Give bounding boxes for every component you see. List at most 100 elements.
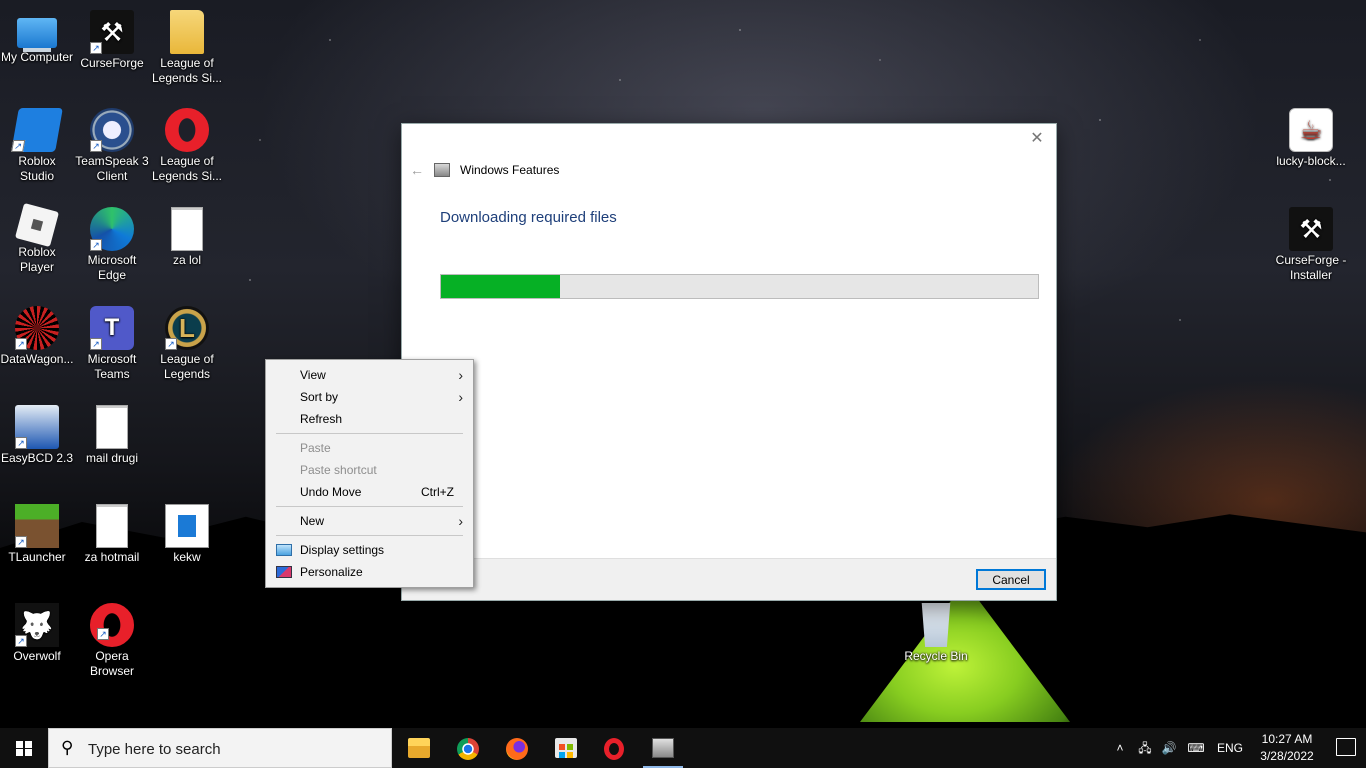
windows-features-icon xyxy=(652,738,674,758)
desktop-icon-kekw[interactable]: kekw xyxy=(150,504,224,565)
windows-features-icon xyxy=(434,163,450,177)
dialog-heading: Downloading required files xyxy=(440,209,617,226)
menu-item-label: View xyxy=(300,368,326,382)
teams-icon: ↗ xyxy=(90,306,134,350)
dialog-footer: Cancel xyxy=(402,558,1056,600)
text-document-icon xyxy=(96,405,128,449)
file-explorer-icon xyxy=(408,738,430,758)
menu-item-paste: Paste xyxy=(266,437,473,459)
anvil-icon xyxy=(1289,207,1333,251)
datawagon-icon: ↗ xyxy=(15,306,59,350)
desktop-icon-lucky-block[interactable]: lucky-block... xyxy=(1274,108,1348,169)
volume-icon[interactable]: 🔊 xyxy=(1158,728,1180,768)
menu-item-label: Personalize xyxy=(300,565,363,579)
chrome-icon xyxy=(457,738,479,760)
desktop-icon-overwolf[interactable]: ↗ Overwolf xyxy=(0,603,74,664)
menu-item-sort-by[interactable]: Sort by › xyxy=(266,386,473,408)
desktop-icon-curseforge-installer[interactable]: CurseForge - Installer xyxy=(1274,207,1348,283)
desktop-context-menu: View › Sort by › Refresh Paste Paste sho… xyxy=(265,359,474,588)
notification-center-icon[interactable] xyxy=(1336,738,1356,756)
keyboard-icon[interactable]: ⌨ xyxy=(1183,728,1209,768)
taskbar-search[interactable]: ⚲ xyxy=(48,728,392,768)
cancel-button[interactable]: Cancel xyxy=(976,569,1046,590)
desktop-icon-za-hotmail[interactable]: za hotmail xyxy=(75,504,149,565)
java-icon xyxy=(1289,108,1333,152)
desktop-icon-label: kekw xyxy=(173,550,201,564)
tlauncher-icon: ↗ xyxy=(15,504,59,548)
menu-item-paste-shortcut: Paste shortcut xyxy=(266,459,473,481)
show-hidden-icons-chevron-up-icon[interactable]: ˄ xyxy=(1110,728,1130,768)
desktop-icon-label: Opera Browser xyxy=(89,649,134,678)
menu-item-undo-move[interactable]: Undo Move Ctrl+Z xyxy=(266,481,473,503)
desktop-icon-za-lol[interactable]: za lol xyxy=(150,207,224,268)
desktop-icon-curseforge[interactable]: ↗ CurseForge xyxy=(75,10,149,71)
desktop-icon-mail-drugi[interactable]: mail drugi xyxy=(75,405,149,466)
menu-item-refresh[interactable]: Refresh xyxy=(266,408,473,430)
desktop-icon-tlauncher[interactable]: ↗ TLauncher xyxy=(0,504,74,565)
menu-item-view[interactable]: View › xyxy=(266,364,473,386)
desktop-icon-lol-folder[interactable]: League of Legends Si... xyxy=(150,10,224,86)
desktop-icon-label: TLauncher xyxy=(8,550,66,564)
desktop-icon-my-computer[interactable]: My Computer xyxy=(0,10,74,65)
desktop-icon-lol-opera[interactable]: League of Legends Si... xyxy=(150,108,224,184)
image-document-icon xyxy=(165,504,209,548)
taskbar-app-windows-features[interactable] xyxy=(639,728,687,768)
menu-item-new[interactable]: New › xyxy=(266,510,473,532)
network-icon[interactable]: 🖧 xyxy=(1134,728,1156,768)
desktop-icon-opera-browser[interactable]: ↗ Opera Browser xyxy=(75,603,149,679)
text-document-icon xyxy=(96,504,128,548)
roblox-studio-icon: ↗ xyxy=(11,108,63,152)
desktop-icon-teamspeak[interactable]: ↗ TeamSpeak 3 Client xyxy=(75,108,149,184)
menu-item-label: Undo Move xyxy=(300,485,362,499)
desktop-icon-label: League of Legends Si... xyxy=(151,154,223,183)
desktop-icon-roblox-studio[interactable]: ↗ Roblox Studio xyxy=(0,108,74,184)
desktop-icon-label: Recycle Bin xyxy=(904,649,968,663)
desktop-icon-label: Roblox Studio xyxy=(18,154,56,183)
personalize-icon xyxy=(276,566,292,578)
folder-icon xyxy=(170,10,204,54)
roblox-player-icon xyxy=(14,202,60,248)
search-input[interactable] xyxy=(88,739,378,759)
desktop-icon-edge[interactable]: ↗ Microsoft Edge xyxy=(75,207,149,283)
windows-logo-icon xyxy=(16,741,32,756)
menu-separator xyxy=(276,535,463,536)
overwolf-icon: ↗ xyxy=(15,603,59,647)
opera-icon: ↗ xyxy=(90,603,134,647)
menu-item-display-settings[interactable]: Display settings xyxy=(266,539,473,561)
desktop-icon-league-of-legends[interactable]: ↗ League of Legends xyxy=(150,306,224,382)
menu-separator xyxy=(276,506,463,507)
desktop-icon-label: za lol xyxy=(172,253,201,267)
opera-icon xyxy=(165,108,209,152)
desktop-icon-roblox-player[interactable]: Roblox Player xyxy=(0,202,74,275)
taskbar-clock[interactable]: 10:27 AM 3/28/2022 xyxy=(1252,731,1322,765)
taskbar-app-store[interactable] xyxy=(542,728,590,768)
start-button[interactable] xyxy=(0,728,48,768)
menu-item-label: Refresh xyxy=(300,412,343,426)
clock-time: 10:27 AM xyxy=(1261,732,1313,746)
menu-item-label: Display settings xyxy=(300,543,385,557)
desktop-icon-label: lucky-block... xyxy=(1276,154,1346,168)
desktop-icon-label: CurseForge xyxy=(80,56,144,70)
desktop-icon-datawagon[interactable]: ↗ DataWagon... xyxy=(0,306,74,367)
anvil-icon: ↗ xyxy=(90,10,134,54)
taskbar-app-opera[interactable] xyxy=(591,728,639,768)
menu-item-label: Paste shortcut xyxy=(300,463,377,477)
close-icon[interactable]: ✕ xyxy=(1026,128,1048,150)
language-indicator[interactable]: ENG xyxy=(1214,728,1246,768)
search-icon: ⚲ xyxy=(61,738,74,757)
taskbar-app-file-explorer[interactable] xyxy=(395,728,443,768)
desktop-icon-label: Roblox Player xyxy=(18,245,56,274)
desktop-icon-teams[interactable]: ↗ Microsoft Teams xyxy=(75,306,149,382)
back-arrow-icon[interactable]: ← xyxy=(410,162,424,178)
menu-item-personalize[interactable]: Personalize xyxy=(266,561,473,583)
menu-separator xyxy=(276,433,463,434)
desktop-icon-label: My Computer xyxy=(0,50,74,64)
taskbar-app-firefox[interactable] xyxy=(493,728,541,768)
desktop-icon-label: EasyBCD 2.3 xyxy=(0,451,74,465)
opera-icon xyxy=(604,738,624,760)
desktop-icon-label: League of Legends xyxy=(160,352,214,381)
desktop-icon-label: za hotmail xyxy=(84,550,140,564)
desktop-icon-easybcd[interactable]: ↗ EasyBCD 2.3 xyxy=(0,405,74,466)
desktop-icon-recycle-bin[interactable]: Recycle Bin xyxy=(899,603,973,664)
taskbar-app-chrome[interactable] xyxy=(444,728,492,768)
